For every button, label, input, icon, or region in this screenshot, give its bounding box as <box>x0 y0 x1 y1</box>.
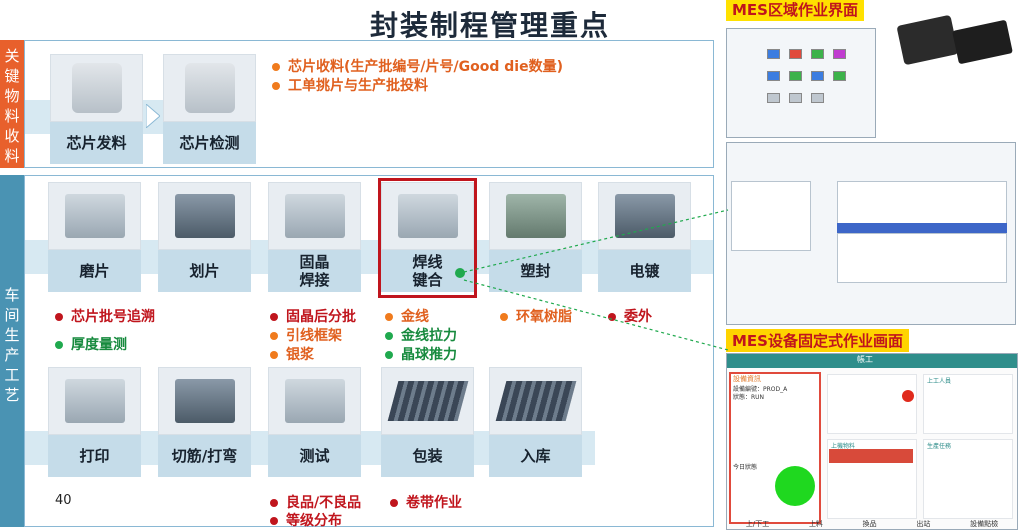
connector-lines <box>463 209 729 351</box>
